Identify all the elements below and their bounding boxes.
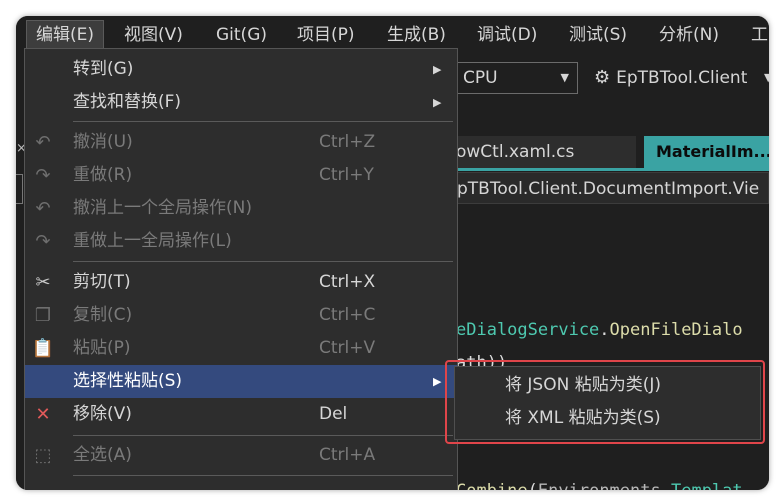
select-all-icon: ⬚ — [34, 445, 52, 466]
submenu-arrow-icon: ▶ — [433, 96, 442, 109]
code-line-3: Combine(Environments.Templat — [456, 481, 743, 490]
menu-item-undo[interactable]: ↶ 撤消(U) Ctrl+Z — [25, 126, 457, 159]
startup-project-button[interactable]: ⚙ EpTBTool.Client — [594, 62, 747, 94]
platform-dropdown[interactable]: CPU ▼ — [442, 62, 578, 94]
code-line-1: eDialogService.OpenFileDialo — [456, 320, 743, 340]
nav-stub — [16, 174, 23, 204]
menu-item-paste[interactable]: 📋 粘贴(P) Ctrl+V — [25, 332, 457, 365]
startup-project-label: EpTBTool.Client — [616, 68, 748, 88]
menu-item-paste-special[interactable]: 选择性粘贴(S) ▶ — [25, 365, 457, 398]
tab-overflow-stub: × — [16, 141, 27, 156]
menu-separator — [73, 475, 453, 476]
navigation-bar[interactable]: pTBTool.Client.DocumentImport.Vie — [452, 172, 769, 204]
scissors-icon: ✂ — [35, 272, 51, 293]
menu-separator — [73, 121, 453, 122]
menu-separator — [73, 261, 453, 262]
menu-item-goto[interactable]: 转到(G) ▶ — [25, 53, 457, 86]
menu-tools[interactable]: 工 — [742, 20, 769, 50]
menu-item-find-replace[interactable]: 查找和替换(F) ▶ — [25, 86, 457, 119]
redo-global-icon: ↷ — [35, 231, 51, 252]
menu-view[interactable]: 视图(V) — [115, 20, 192, 50]
tab-file-active[interactable]: MaterialIm... — [644, 136, 769, 168]
undo-icon: ↶ — [35, 132, 51, 153]
menu-git[interactable]: Git(G) — [207, 20, 276, 50]
menu-build[interactable]: 生成(B) — [378, 20, 455, 50]
submenu-arrow-icon: ▶ — [433, 63, 442, 76]
menu-item-delete[interactable]: ✕ 移除(V) Del — [25, 398, 457, 431]
menu-analyze[interactable]: 分析(N) — [650, 20, 728, 50]
menu-item-select-all[interactable]: ⬚ 全选(A) Ctrl+A — [25, 439, 457, 472]
menu-item-cut[interactable]: ✂ 剪切(T) Ctrl+X — [25, 266, 457, 299]
chevron-down-icon[interactable]: ▼ — [764, 62, 769, 94]
menu-item-redo[interactable]: ↷ 重做(R) Ctrl+Y — [25, 159, 457, 192]
menu-item-redo-global[interactable]: ↷ 重做上一全局操作(L) — [25, 225, 457, 258]
dropdown-arrow-icon: ▼ — [560, 71, 569, 84]
menu-project[interactable]: 项目(P) — [288, 20, 364, 50]
menu-test[interactable]: 测试(S) — [560, 20, 636, 50]
gear-icon: ⚙ — [594, 67, 611, 88]
menu-debug[interactable]: 调试(D) — [468, 20, 546, 50]
menu-item-copy[interactable]: ❐ 复制(C) Ctrl+C — [25, 299, 457, 332]
delete-x-icon: ✕ — [35, 404, 51, 425]
menu-separator — [73, 435, 453, 436]
submenu-arrow-icon: ▶ — [433, 375, 442, 388]
menu-item-undo-global[interactable]: ↶ 撤消上一个全局操作(N) — [25, 192, 457, 225]
redo-icon: ↷ — [35, 165, 51, 186]
tab-file-1[interactable]: owCtl.xaml.cs — [452, 136, 636, 168]
menu-bar: 编辑(E) 视图(V) Git(G) 项目(P) 生成(B) 调试(D) 测试(… — [16, 16, 769, 52]
platform-value: CPU — [463, 68, 498, 88]
annotation-highlight-box — [445, 360, 765, 444]
paste-icon: 📋 — [31, 338, 55, 359]
copy-icon: ❐ — [34, 305, 52, 326]
undo-global-icon: ↶ — [35, 198, 51, 219]
vs-screenshot: CPU ▼ ⚙ EpTBTool.Client ▼ × owCtl.xaml.cs… — [16, 16, 769, 490]
tab-underline — [452, 168, 769, 171]
edit-menu-dropdown: 转到(G) ▶ 查找和替换(F) ▶ ↶ 撤消(U) Ctrl+Z ↷ 重做(R… — [24, 48, 458, 490]
